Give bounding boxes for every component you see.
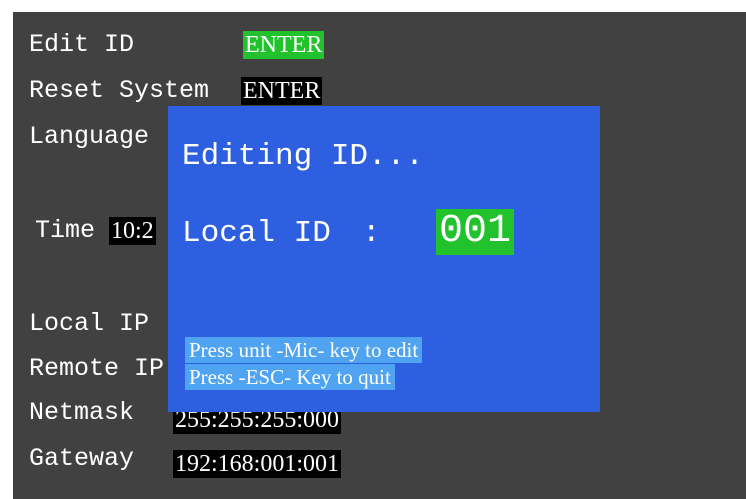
reset-system-enter-button[interactable]: ENTER	[241, 77, 323, 105]
edit-hint: Press unit -Mic- key to edit	[185, 337, 423, 363]
edit-id-dialog: Editing ID... Local ID : 001 Press unit …	[168, 106, 600, 412]
local-id-value[interactable]: 001	[436, 209, 515, 255]
edit-id-enter-button[interactable]: ENTER	[243, 31, 325, 59]
language-label: Language	[29, 122, 150, 151]
gateway-value[interactable]: 192:168:001:001	[173, 450, 342, 478]
settings-screen: Edit ID ENTER Reset System ENTER Languag…	[13, 12, 746, 499]
edit-id-label: Edit ID	[29, 30, 135, 59]
gateway-label: Gateway	[29, 444, 135, 473]
local-id-separator: :	[362, 216, 381, 251]
time-label: Time	[35, 216, 96, 245]
dialog-title: Editing ID...	[182, 139, 424, 174]
reset-system-label: Reset System	[29, 76, 210, 105]
netmask-label: Netmask	[29, 398, 135, 427]
quit-hint: Press -ESC- Key to quit	[185, 364, 395, 390]
time-value[interactable]: 10:2	[109, 217, 156, 245]
local-ip-label: Local IP	[29, 309, 150, 338]
local-id-label: Local ID	[182, 216, 331, 251]
remote-ip-label: Remote IP	[29, 354, 165, 383]
